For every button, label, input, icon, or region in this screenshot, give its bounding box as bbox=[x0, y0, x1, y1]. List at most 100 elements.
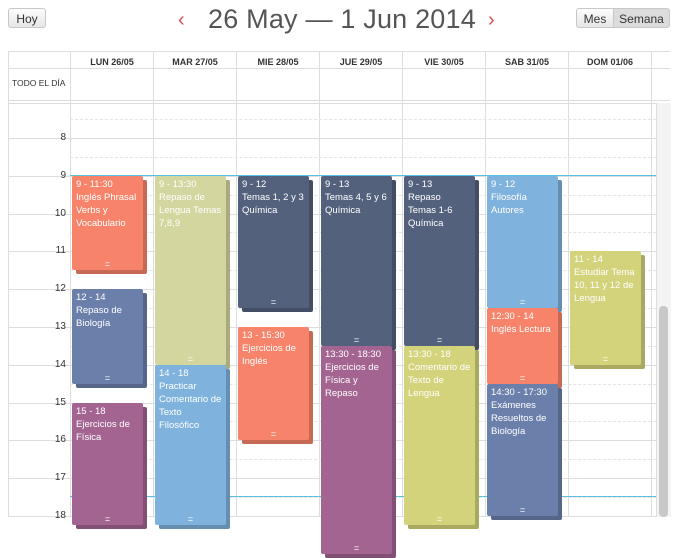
event-time: 15 - 18 bbox=[76, 405, 106, 417]
today-button[interactable]: Hoy bbox=[8, 8, 46, 28]
half-hour-line bbox=[70, 156, 656, 158]
event-time: 12 - 14 bbox=[76, 292, 106, 304]
header-bottom-line bbox=[8, 68, 670, 69]
event-card[interactable]: 9 - 13:30 Repaso de Lengua Temas 7,8,9 = bbox=[155, 175, 226, 365]
event-title: Comentario de Texto de Lengua bbox=[408, 361, 471, 399]
event-time: 9 - 12 bbox=[242, 178, 267, 190]
event-time: 14:30 - 17:30 bbox=[491, 386, 547, 398]
column-divider bbox=[651, 51, 652, 517]
hour-label: 10 bbox=[54, 207, 66, 219]
day-header[interactable]: MAR 27/05 bbox=[154, 57, 236, 67]
event-time: 9 - 11:30 bbox=[76, 178, 113, 190]
hour-label: 18 bbox=[54, 509, 66, 521]
event-card[interactable]: 9 - 13 Repaso Temas 1-6 Química = bbox=[404, 175, 475, 346]
allday-bottom-line bbox=[8, 100, 670, 101]
resize-handle-icon[interactable]: = bbox=[487, 505, 558, 515]
resize-handle-icon[interactable]: = bbox=[321, 543, 392, 553]
event-title: Ejercicios de Física y Repaso bbox=[325, 361, 379, 399]
event-title: Temas 1, 2 y 3 Química bbox=[242, 191, 304, 216]
event-card[interactable]: 9 - 13 Temas 4, 5 y 6 Química = bbox=[321, 175, 392, 346]
event-time: 9 - 12 bbox=[491, 178, 516, 190]
resize-handle-icon[interactable]: = bbox=[487, 297, 558, 307]
column-divider bbox=[319, 51, 320, 517]
event-card[interactable]: 13:30 - 18 Comentario de Texto de Lengua = bbox=[404, 345, 475, 526]
resize-handle-icon[interactable]: = bbox=[72, 260, 143, 269]
hour-label: 12 bbox=[54, 283, 66, 295]
event-card[interactable]: 14 - 18 Practicar Comentario de Texto Fil… bbox=[155, 364, 226, 526]
event-time: 9 - 13 bbox=[325, 178, 350, 190]
event-card[interactable]: 12 - 14 Repaso de Biología = bbox=[72, 289, 143, 384]
resize-handle-icon[interactable]: = bbox=[238, 430, 309, 439]
resize-handle-icon[interactable]: = bbox=[321, 335, 392, 345]
calendar-title: 26 May — 1 Jun 2014 bbox=[208, 4, 476, 34]
resize-handle-icon[interactable]: = bbox=[570, 354, 641, 364]
day-header[interactable]: SAB 31/05 bbox=[486, 57, 568, 67]
hour-label: 8 bbox=[60, 131, 66, 143]
day-header[interactable]: MIE 28/05 bbox=[237, 57, 319, 67]
event-title: Ejercicios de Física bbox=[76, 418, 130, 443]
scrollbar-thumb[interactable] bbox=[659, 306, 668, 517]
event-title: Practicar Comentario de Texto Filosófico bbox=[159, 380, 222, 431]
prev-arrow-icon[interactable]: ‹ bbox=[178, 10, 185, 30]
event-title: Exámenes Resueltos de Biología bbox=[491, 399, 547, 437]
month-view-button[interactable]: Mes bbox=[576, 8, 614, 28]
hour-label: 9 bbox=[60, 169, 66, 181]
day-header[interactable]: JUE 29/05 bbox=[320, 57, 402, 67]
event-title: Filosofía Autores bbox=[491, 191, 527, 216]
event-card[interactable]: 9 - 12 Filosofía Autores = bbox=[487, 175, 558, 308]
column-divider bbox=[236, 51, 237, 517]
header-top-line bbox=[8, 51, 670, 52]
resize-handle-icon[interactable]: = bbox=[487, 373, 558, 383]
resize-handle-icon[interactable]: = bbox=[155, 354, 226, 364]
allday-label: TODO EL DÍA bbox=[12, 78, 66, 88]
week-view-button[interactable]: Semana bbox=[613, 8, 670, 28]
event-title: Inglés Phrasal Verbs y Vocabulario bbox=[76, 191, 137, 229]
event-title: Repaso de Biología bbox=[76, 305, 122, 330]
event-card[interactable]: 14:30 - 17:30 Exámenes Resueltos de Biolo… bbox=[487, 383, 558, 516]
resize-handle-icon[interactable]: = bbox=[72, 373, 143, 383]
event-title: Estudiar Tema 10, 11 y 12 de Lengua bbox=[574, 267, 635, 305]
column-divider bbox=[568, 51, 569, 517]
resize-handle-icon[interactable]: = bbox=[404, 335, 475, 345]
hour-label: 13 bbox=[54, 320, 66, 332]
day-header[interactable]: DOM 01/06 bbox=[569, 57, 651, 67]
event-title: Inglés Lectura bbox=[491, 324, 551, 335]
column-divider bbox=[153, 51, 154, 517]
hour-label: 15 bbox=[54, 396, 66, 408]
event-time: 9 - 13 bbox=[408, 178, 433, 190]
event-title: Repaso de Lengua Temas 7,8,9 bbox=[159, 191, 222, 229]
day-header[interactable]: LUN 26/05 bbox=[71, 57, 153, 67]
hour-label: 11 bbox=[55, 245, 66, 257]
allday-gap-line bbox=[8, 103, 670, 104]
event-time: 13:30 - 18 bbox=[408, 348, 451, 360]
event-card[interactable]: 12:30 - 14 Inglés Lectura = bbox=[487, 308, 558, 384]
day-header[interactable]: VIE 30/05 bbox=[403, 57, 485, 67]
event-title: Ejercicios de Inglés bbox=[242, 342, 296, 367]
event-card[interactable]: 11 - 14 Estudiar Tema 10, 11 y 12 de Leng… bbox=[570, 251, 641, 365]
event-title: Temas 4, 5 y 6 Química bbox=[325, 191, 387, 216]
event-card[interactable]: 13 - 15:30 Ejercicios de Inglés = bbox=[238, 326, 309, 441]
event-time: 14 - 18 bbox=[159, 367, 189, 379]
calendar-grid: TODO EL DÍA LUN 26/05 MAR 27/05 MIE 28/05 J… bbox=[0, 51, 677, 558]
column-divider bbox=[70, 51, 71, 517]
event-time: 13:30 - 18:30 bbox=[325, 348, 381, 360]
event-card[interactable]: 9 - 11:30 Inglés Phrasal Verbs y Vocabula… bbox=[72, 175, 143, 271]
event-time: 12:30 - 14 bbox=[491, 311, 534, 322]
half-hour-line bbox=[70, 119, 656, 120]
next-arrow-icon[interactable]: › bbox=[488, 10, 495, 30]
hour-line bbox=[8, 137, 670, 139]
event-card[interactable]: 15 - 18 Ejercicios de Física = bbox=[72, 402, 143, 526]
scrollbar[interactable] bbox=[656, 103, 671, 517]
column-divider bbox=[485, 51, 486, 517]
event-time: 11 - 14 bbox=[574, 254, 603, 266]
resize-handle-icon[interactable]: = bbox=[238, 297, 309, 307]
hour-label: 16 bbox=[54, 434, 66, 446]
hour-label: 14 bbox=[54, 358, 66, 370]
event-card[interactable]: 13:30 - 18:30 Ejercicios de Física y Repa… bbox=[321, 345, 392, 554]
event-time: 13 - 15:30 bbox=[242, 329, 285, 341]
column-divider bbox=[402, 51, 403, 517]
hour-label: 17 bbox=[54, 472, 66, 484]
event-card[interactable]: 9 - 12 Temas 1, 2 y 3 Química = bbox=[238, 175, 309, 308]
event-title: Repaso Temas 1-6 Química bbox=[408, 191, 453, 229]
event-time: 9 - 13:30 bbox=[159, 178, 197, 190]
